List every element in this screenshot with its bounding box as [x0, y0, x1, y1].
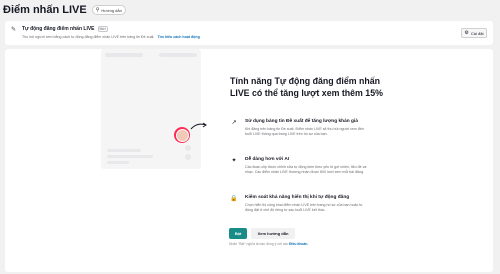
- terms-footnote: Nhấn "Bật" nghĩa là bạn đồng ý với các Đ…: [229, 242, 308, 246]
- placeholder-dot: [185, 154, 191, 160]
- gear-icon: ⚙: [464, 30, 469, 36]
- settings-label: Cài đặt: [470, 30, 484, 36]
- feature-description: Khi đăng trên bảng tin Đề xuất, Điểm nhấ…: [245, 127, 364, 137]
- settings-button[interactable]: ⚙ Cài đặt: [461, 28, 487, 38]
- sparkle-icon: ✦: [231, 158, 237, 164]
- feature-title: Dễ dàng hơn với AI: [245, 157, 290, 162]
- location-pin-icon: ⚲: [95, 7, 100, 13]
- page-title: Điểm nhấn LIVE: [3, 4, 87, 16]
- feature-description: Chọn hiển thị công khai điểm nhấn LIVE t…: [245, 203, 363, 213]
- trend-up-icon: ↗: [231, 120, 237, 126]
- lock-icon: 🔒: [230, 196, 238, 202]
- guide-button[interactable]: ⚲ Hướng dẫn: [91, 5, 126, 15]
- page-header: Điểm nhấn LIVE ⚲ Hướng dẫn: [0, 0, 500, 20]
- live-avatar: [174, 127, 190, 143]
- banner-description: Thu hút người xem bằng cách tự động đăng…: [22, 35, 155, 39]
- curved-arrow-icon: [190, 122, 207, 130]
- feature-title: Sử dụng bảng tin Đề xuất để tăng lượng k…: [245, 119, 358, 124]
- placeholder-dot: [185, 145, 191, 151]
- promo-content: Tính năng Tự động đăng điểm nhấn LIVE có…: [230, 75, 390, 212]
- phone-mockup: [101, 49, 201, 169]
- learn-how-link[interactable]: Tìm hiểu cách hoạt động: [157, 35, 199, 39]
- enable-button[interactable]: Bật: [229, 228, 247, 239]
- terms-link[interactable]: Điều khoản.: [289, 242, 308, 246]
- banner-title-row: Tự động đăng điểm nhấn LIVE Mới: [22, 26, 108, 32]
- feature-description: Các đoạn clip được chỉnh sửa tự động kèm…: [245, 165, 367, 175]
- placeholder-bar: [107, 161, 129, 164]
- placeholder-bar: [105, 53, 143, 57]
- view-guide-button[interactable]: Xem hướng dẫn: [251, 228, 295, 239]
- banner-description-row: Thu hút người xem bằng cách tự động đăng…: [22, 35, 200, 39]
- banner-title: Tự động đăng điểm nhấn LIVE: [22, 26, 95, 32]
- footnote-text: Nhấn "Bật" nghĩa là bạn đồng ý với các: [229, 242, 289, 246]
- auto-post-banner: ✎ Tự động đăng điểm nhấn LIVE Mới Thu hú…: [5, 21, 493, 45]
- live-highlight-illustration: [101, 49, 207, 174]
- promo-headline: Tính năng Tự động đăng điểm nhấn LIVE có…: [230, 76, 383, 98]
- placeholder-bar: [159, 53, 197, 57]
- placeholder-bar: [107, 149, 141, 152]
- new-badge: Mới: [97, 26, 108, 32]
- placeholder-bar: [107, 155, 153, 158]
- sparkle-edit-icon: ✎: [11, 27, 17, 33]
- feature-title: Kiểm soát khả năng hiển thị khi tự động …: [245, 195, 350, 200]
- guide-label: Hướng dẫn: [101, 7, 122, 13]
